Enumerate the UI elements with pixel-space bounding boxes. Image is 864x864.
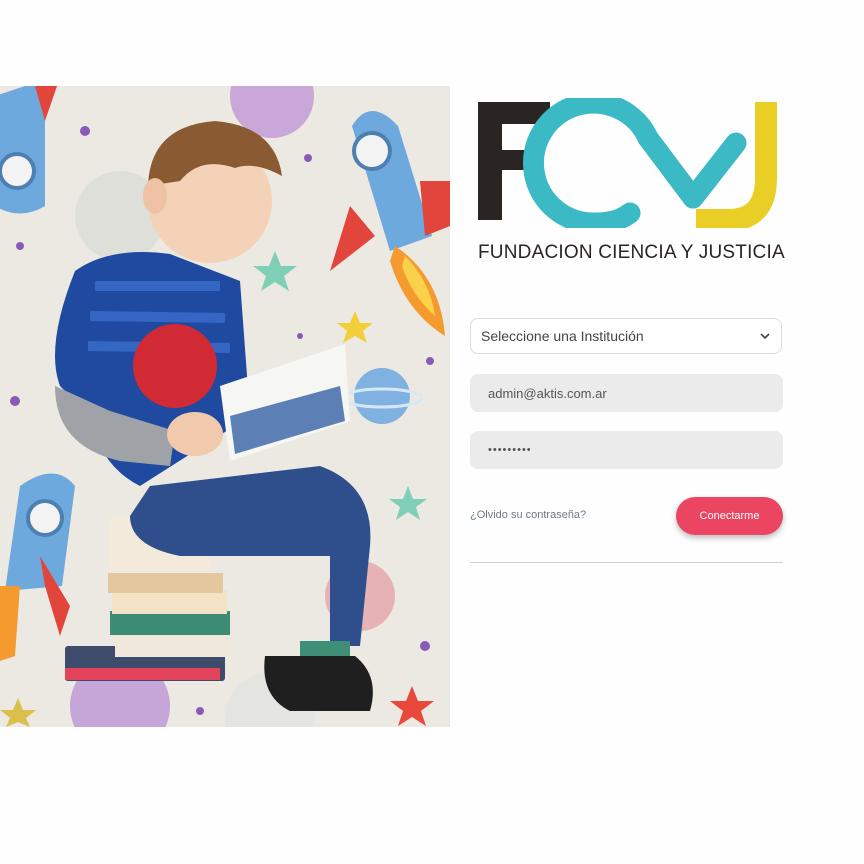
brand-tagline: FUNDACION CIENCIA Y JUSTICIA: [478, 242, 785, 263]
fcj-logo: [478, 98, 777, 228]
email-field[interactable]: [470, 374, 783, 412]
divider: [470, 562, 783, 563]
login-button[interactable]: Conectarme: [676, 497, 783, 535]
institution-select-value: Seleccione una Institución: [481, 328, 644, 344]
spider-emblem: [133, 324, 217, 408]
institution-select[interactable]: Seleccione una Institución: [470, 318, 782, 354]
password-field[interactable]: [470, 431, 783, 469]
forgot-password-link[interactable]: ¿Olvido su contraseña?: [470, 509, 586, 521]
planet-icon: [354, 368, 410, 424]
chevron-down-icon: [760, 333, 770, 340]
hero-illustration: [0, 86, 450, 727]
